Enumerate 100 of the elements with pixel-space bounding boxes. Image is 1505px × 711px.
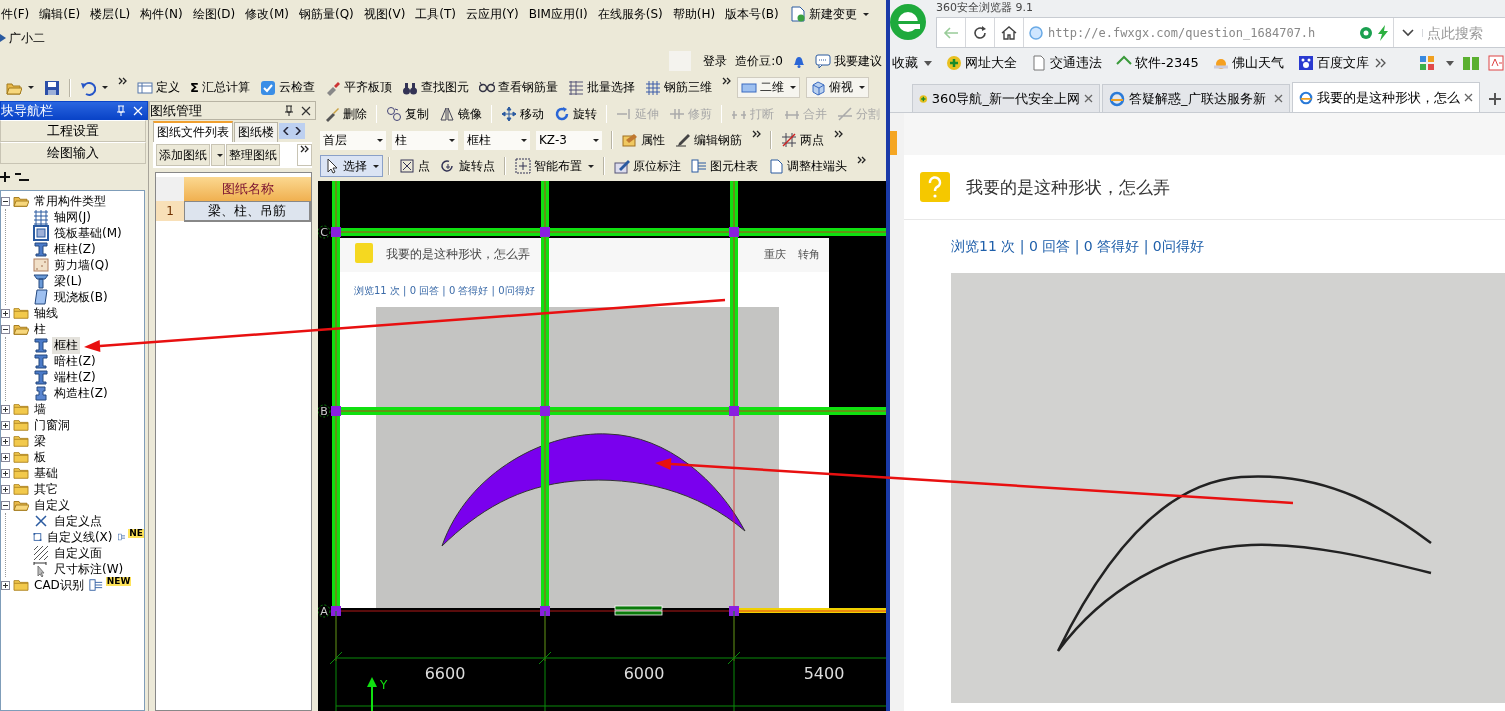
menu-item[interactable]: 编辑(E) <box>38 4 82 24</box>
menu-item[interactable]: BIM应用(I) <box>527 4 589 24</box>
column-marker[interactable] <box>729 406 739 416</box>
toolbar-button[interactable]: 原位标注 <box>610 155 685 177</box>
menu-item[interactable]: 版本号(B) <box>724 4 780 24</box>
menu-item[interactable]: 绘图(D) <box>191 4 237 24</box>
toolbar-button[interactable]: 钢筋三维 <box>640 76 716 99</box>
menu-item[interactable]: 云应用(Y) <box>465 4 520 24</box>
tree-item[interactable]: 暗柱(Z) <box>52 352 98 370</box>
table-cell[interactable]: 梁、柱、吊筋 <box>184 201 311 222</box>
dropdown-button[interactable] <box>211 144 225 166</box>
column-marker[interactable] <box>729 606 739 616</box>
drawing-canvas[interactable]: 我要的是这种形状，怎么弄 重庆 转角 浏览11 次 | 0 回答 | 0 答得好 | 0问得好 C B A 6600 6000 5400 Y <box>318 181 886 711</box>
nav-button[interactable]: 工程设置 <box>0 120 146 142</box>
tree-item[interactable]: 构造柱(Z) <box>52 384 110 402</box>
toolbar-button[interactable]: 移动 <box>497 103 548 125</box>
tree-item[interactable]: 常用构件类型 <box>32 192 108 210</box>
panel-button[interactable]: 整理图纸 <box>226 144 280 166</box>
tree-item[interactable]: 剪力墙(Q) <box>52 256 111 274</box>
column-marker[interactable] <box>540 406 550 416</box>
browser-tab[interactable]: 我要的是这种形状，怎么 <box>1292 82 1480 112</box>
menu-item[interactable]: 楼层(L) <box>89 4 132 24</box>
bookmark[interactable]: 网址大全 <box>946 54 1017 72</box>
menu-item[interactable]: 帮助(H) <box>671 4 717 24</box>
tree-item[interactable]: 自定义面 <box>52 544 104 562</box>
tree-item[interactable]: 尺寸标注(W) <box>52 560 126 578</box>
tree-item[interactable]: 框柱(Z) <box>52 240 98 258</box>
tree-item[interactable]: 自定义点 <box>52 512 104 530</box>
toolbar-button[interactable]: 查看钢筋量 <box>474 76 562 99</box>
menu-item[interactable]: 件(F) <box>0 4 31 24</box>
tree-item[interactable]: 其它 <box>32 480 60 498</box>
tree-item[interactable]: 轴线 <box>32 304 60 322</box>
panel-button[interactable]: 添加图纸 <box>156 144 210 166</box>
menu-item[interactable]: 视图(V) <box>362 4 407 24</box>
menu-item[interactable]: 在线服务(S) <box>596 4 664 24</box>
menu-button[interactable]: 新建变更 <box>787 4 871 24</box>
tree-item[interactable]: 基础 <box>32 464 60 482</box>
nav-button[interactable]: 绘图输入 <box>0 142 146 164</box>
bookmark[interactable]: 交通违法 <box>1031 54 1102 72</box>
toolbar-button[interactable]: 批量选择 <box>563 76 639 99</box>
menu-item[interactable]: 修改(M) <box>244 4 290 24</box>
toolbar-button[interactable]: 智能布置 <box>511 155 598 177</box>
column-marker[interactable] <box>729 227 739 237</box>
tree-item[interactable]: 筏板基础(M) <box>52 224 124 242</box>
column-marker[interactable] <box>331 406 341 416</box>
tree-item[interactable]: 轴网(J) <box>52 208 93 226</box>
toolbar-button[interactable]: 云检查 <box>255 76 319 99</box>
toolbar-button[interactable]: 属性 <box>618 129 669 151</box>
tree-item[interactable]: 自定义线(X) <box>44 528 115 546</box>
toolbar-button[interactable]: 编辑钢筋 <box>671 129 746 151</box>
tree-item[interactable]: 框柱 <box>52 336 80 354</box>
column-marker[interactable] <box>540 606 550 616</box>
toolbar-button[interactable]: 调整柱端头 <box>764 155 851 177</box>
toolbar-button[interactable]: 删除 <box>320 103 371 125</box>
column-marker[interactable] <box>540 227 550 237</box>
tree-item[interactable]: 板 <box>32 448 48 466</box>
toolbar-button[interactable]: 旋转点 <box>436 155 499 177</box>
menu-item[interactable]: 工具(T) <box>414 4 458 24</box>
bookmark[interactable]: 佛山天气 <box>1212 54 1284 72</box>
toolbar-button[interactable]: 图元柱表 <box>687 155 762 177</box>
bookmark[interactable]: 软件-2345 <box>1116 54 1199 72</box>
bookmark[interactable]: 百度文库 <box>1297 54 1369 72</box>
bookmark[interactable]: 收藏 <box>892 54 932 72</box>
toolbar-button[interactable]: 镜像 <box>435 103 486 125</box>
tree-item[interactable]: 门窗洞 <box>32 416 72 434</box>
browser-tab[interactable]: 答疑解惑_广联达服务新 <box>1102 84 1290 112</box>
dropdown[interactable]: 首层 <box>320 130 386 150</box>
feedback-button[interactable]: 我要建议 <box>815 52 882 70</box>
tree-item[interactable]: 梁 <box>32 432 48 450</box>
tree-item[interactable]: 现浇板(B) <box>52 288 110 306</box>
toolbar-button[interactable]: 两点 <box>777 129 828 151</box>
toolbar-button[interactable]: 点 <box>395 155 434 177</box>
menu-item[interactable]: 构件(N) <box>139 4 184 24</box>
dropdown[interactable]: 柱 <box>392 130 458 150</box>
login-link[interactable]: 登录 <box>703 52 728 70</box>
dropdown[interactable]: 框柱 <box>464 130 530 150</box>
stats-links[interactable]: 浏览11 次 | 0 回答 | 0 答得好 | 0问得好 <box>951 238 1204 256</box>
toolbar-button[interactable]: Σ 汇总计算 <box>186 76 254 99</box>
tab[interactable]: 图纸文件列表 <box>153 121 233 142</box>
tab-scroll-buttons[interactable] <box>279 123 305 139</box>
tree-item[interactable]: 端柱(Z) <box>52 368 98 386</box>
tree-item[interactable]: 墙 <box>32 400 48 418</box>
dropdown[interactable]: KZ-3 <box>536 130 602 150</box>
tab[interactable]: 图纸楼 <box>234 122 278 142</box>
toolbar-button[interactable]: 查找图元 <box>397 76 473 99</box>
toolbar-button[interactable]: 定义 <box>133 76 184 99</box>
column-header[interactable]: 图纸名称 <box>184 177 311 201</box>
toolbar-button[interactable]: 复制 <box>382 103 433 125</box>
tree-item[interactable]: 梁(L) <box>52 272 85 290</box>
tree-item[interactable]: 自定义 <box>32 496 72 514</box>
toolbar-button[interactable]: 平齐板顶 <box>320 76 396 99</box>
dropdown[interactable]: 二维 <box>736 77 800 98</box>
column-marker[interactable] <box>331 227 341 237</box>
toolbar-button[interactable]: 旋转 <box>550 103 601 125</box>
menu-item[interactable]: 钢筋量(Q) <box>297 4 355 24</box>
column-marker[interactable] <box>331 606 341 616</box>
browser-tab[interactable]: 360导航_新一代安全上网 <box>912 84 1100 112</box>
overflow-button[interactable] <box>297 144 312 166</box>
tree-item[interactable]: 柱 <box>32 320 48 338</box>
tree-item[interactable]: CAD识别 <box>32 576 86 594</box>
